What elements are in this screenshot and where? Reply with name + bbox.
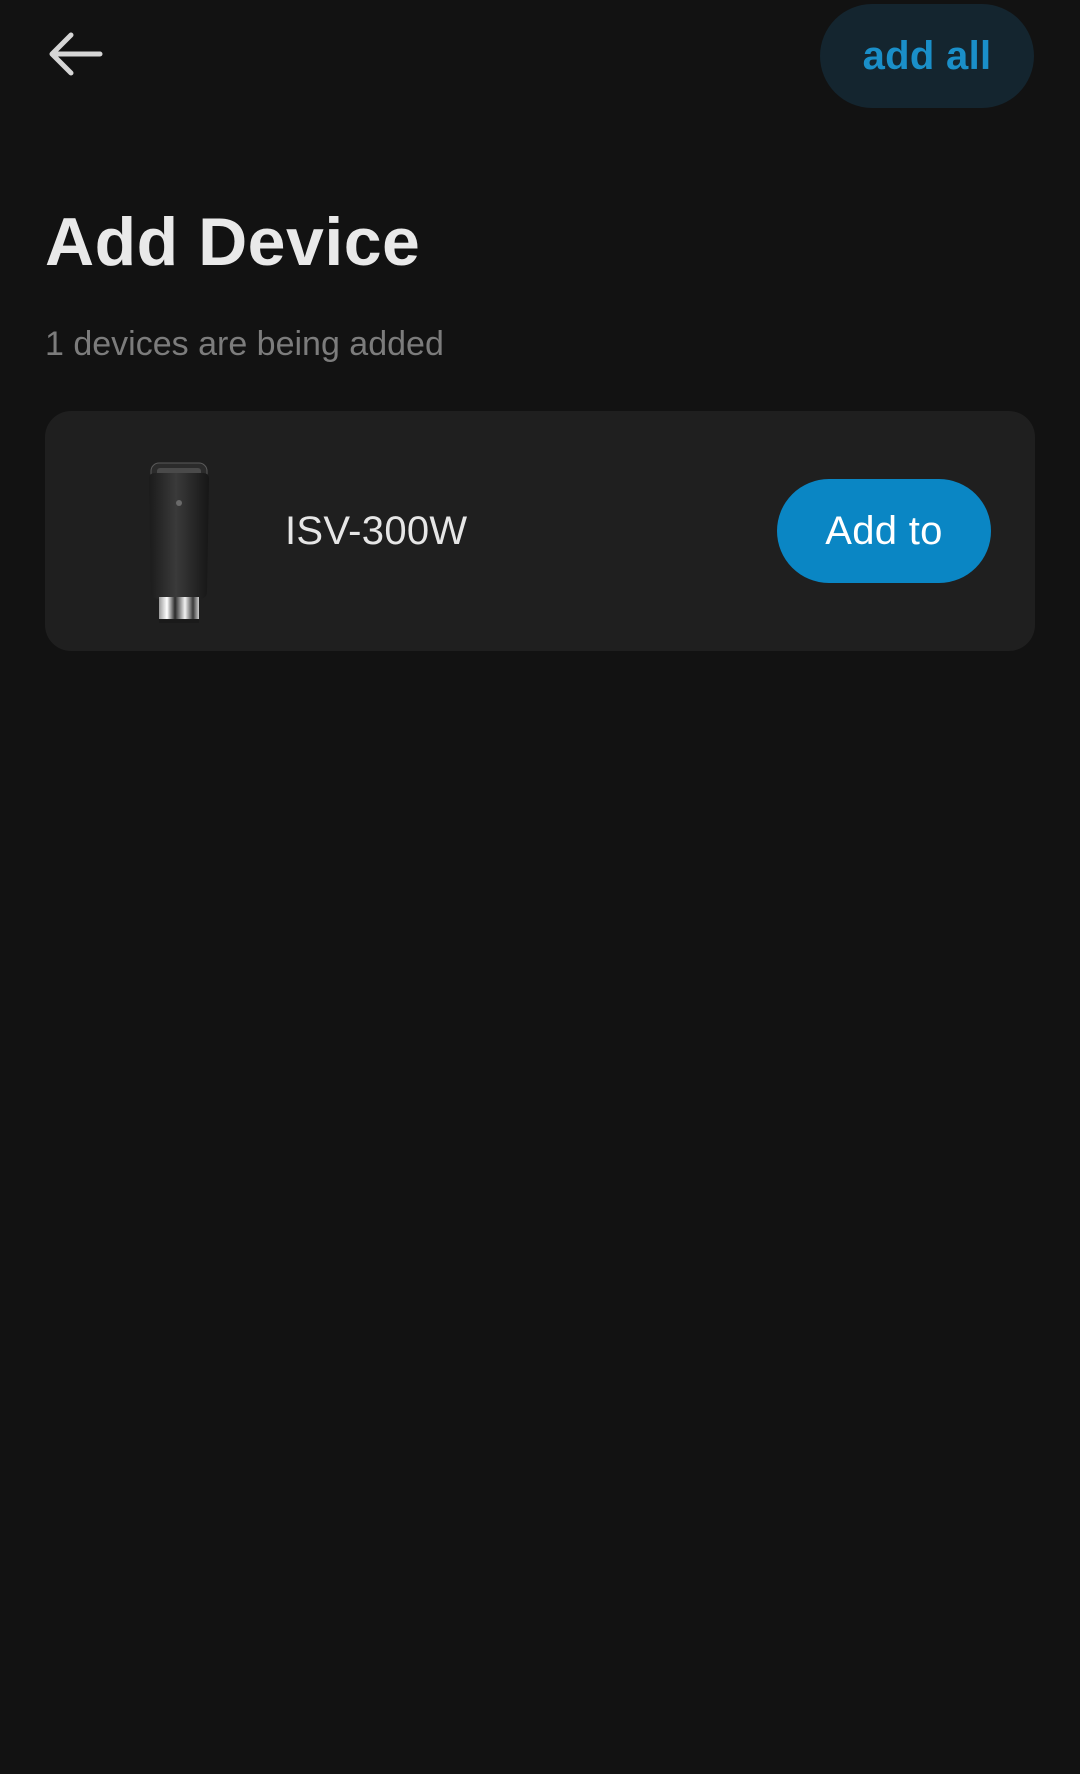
back-button[interactable]	[36, 22, 114, 90]
device-card: ISV-300W Add to	[45, 411, 1035, 651]
device-name: ISV-300W	[285, 509, 468, 553]
page-title: Add Device	[45, 204, 421, 280]
sous-vide-device-image	[131, 457, 223, 625]
arrow-left-icon	[45, 29, 105, 84]
add-to-button[interactable]: Add to	[777, 479, 991, 583]
page-subtitle: 1 devices are being added	[45, 325, 444, 363]
add-all-button[interactable]: add all	[820, 4, 1034, 108]
